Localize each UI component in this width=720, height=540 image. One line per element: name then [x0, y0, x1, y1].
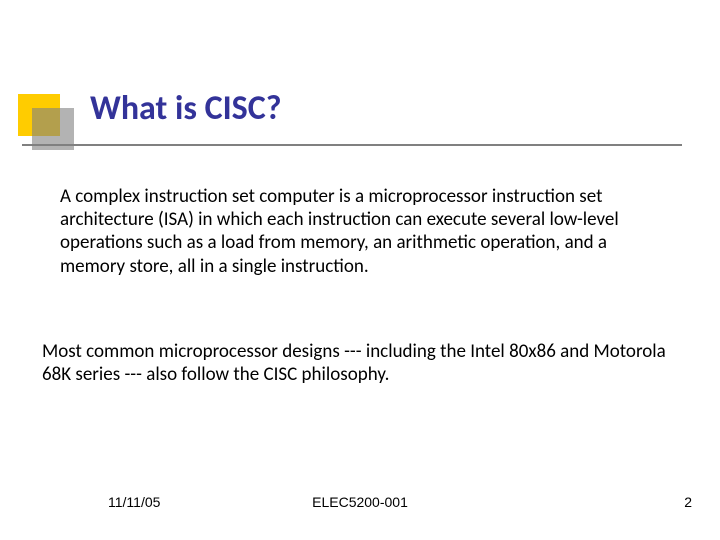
slide-footer: 11/11/05 ELEC5200-001 2: [0, 494, 720, 514]
slide-title-block: What is CISC?: [0, 72, 720, 162]
body-paragraph-1: A complex instruction set computer is a …: [60, 185, 660, 278]
slide-title: What is CISC?: [90, 88, 281, 129]
title-underline: [22, 144, 682, 146]
footer-course: ELEC5200-001: [0, 494, 720, 510]
body-paragraph-2: Most common microprocessor designs --- i…: [42, 340, 672, 386]
footer-page-number: 2: [684, 494, 692, 510]
